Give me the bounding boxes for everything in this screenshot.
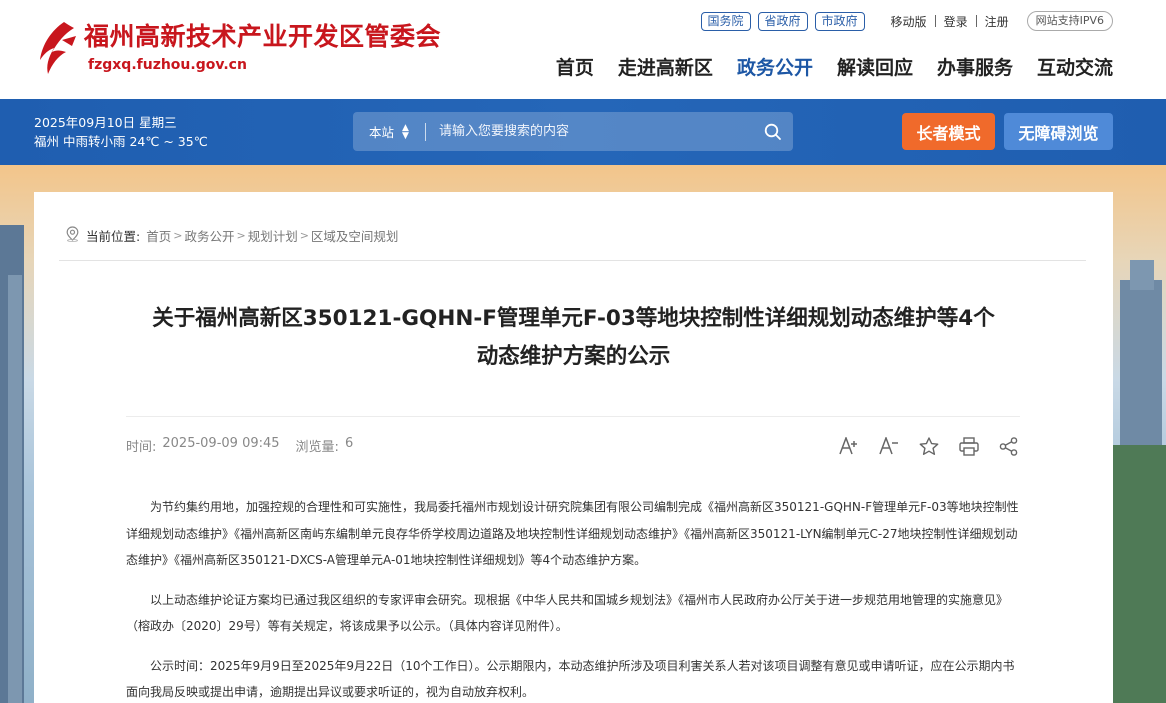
search-scope-label: 本站 (369, 125, 395, 140)
breadcrumb-home[interactable]: 首页 (146, 226, 171, 245)
top-links: 国务院 省政府 市政府 移动版 登录 注册 网站支持IPV6 (700, 11, 1113, 31)
views-count: 6 (344, 436, 354, 451)
article-paragraph: 公示时间：2025年9月9日至2025年9月22日（10个工作日）。公示期限内，… (126, 658, 1015, 700)
link-login[interactable]: 登录 (944, 13, 968, 30)
star-icon[interactable] (918, 435, 940, 457)
search-box: 本站 ▲ ▼ (353, 112, 793, 151)
article-title-line2: 动态维护方案的公示 (476, 344, 671, 369)
nav-gov-affairs[interactable]: 政务公开 (737, 55, 813, 81)
date-weather: 2025年09月10日 星期三 福州 中雨转小雨 24℃ ~ 35℃ (34, 113, 208, 151)
time-label: 时间: (126, 440, 157, 455)
search-input[interactable] (426, 112, 753, 151)
font-increase-icon[interactable] (838, 435, 860, 457)
accessibility-button[interactable]: 无障碍浏览 (1004, 113, 1113, 150)
share-icon[interactable] (998, 435, 1020, 457)
breadcrumb-spatial-planning[interactable]: 区域及空间规划 (311, 226, 399, 245)
current-date: 2025年09月10日 星期三 (34, 115, 177, 130)
breadcrumb: 当前位置: 首页 > 政务公开 > 规划计划 > 区域及空间规划 (65, 226, 398, 245)
link-register[interactable]: 注册 (985, 13, 1009, 30)
article-title: 关于福州高新区350121-GQHN-F管理单元F-03等地块控制性详细规划动态… (124, 300, 1023, 376)
divider (59, 260, 1086, 261)
link-city-gov[interactable]: 市政府 (814, 11, 865, 31)
site-header: 福州高新技术产业开发区管委会 fzgxq.fuzhou.gov.cn 国务院 省… (0, 0, 1166, 99)
main-nav: 首页 走进高新区 政务公开 解读回应 办事服务 互动交流 (532, 55, 1113, 81)
nav-services[interactable]: 办事服务 (937, 55, 1013, 81)
site-url: fzgxq.fuzhou.gov.cn (88, 57, 247, 73)
print-icon[interactable] (958, 435, 980, 457)
font-decrease-icon[interactable] (878, 435, 900, 457)
breadcrumb-label: 当前位置: (86, 229, 141, 244)
nav-about[interactable]: 走进高新区 (618, 55, 713, 81)
utility-bar: 2025年09月10日 星期三 福州 中雨转小雨 24℃ ~ 35℃ 本站 ▲ ▼… (0, 99, 1166, 165)
search-scope-select[interactable]: 本站 ▲ ▼ (353, 122, 425, 141)
nav-interaction[interactable]: 互动交流 (1037, 55, 1113, 81)
article-paragraph: 以上动态维护论证方案均已通过我区组织的专家评审会研究。现根据《中华人民共和国城乡… (126, 592, 1009, 634)
breadcrumb-planning[interactable]: 规划计划 (248, 226, 298, 245)
elder-mode-button[interactable]: 长者模式 (902, 113, 995, 150)
publish-time: 2025-09-09 09:45 (162, 436, 280, 451)
location-pin-icon (65, 226, 80, 245)
logo-emblem-icon (34, 20, 78, 76)
divider (975, 15, 977, 27)
breadcrumb-gov-affairs[interactable]: 政务公开 (184, 226, 234, 245)
article-card: 当前位置: 首页 > 政务公开 > 规划计划 > 区域及空间规划 关于福州高新区… (34, 192, 1113, 703)
link-mobile[interactable]: 移动版 (891, 13, 927, 30)
article-meta: 时间: 2025-09-09 09:45 浏览量: 6 (126, 436, 359, 455)
nav-home[interactable]: 首页 (556, 55, 594, 81)
article-title-line1: 关于福州高新区350121-GQHN-F管理单元F-03等地块控制性详细规划动态… (152, 306, 995, 331)
article-tools (838, 435, 1020, 457)
link-province-gov[interactable]: 省政府 (757, 11, 808, 31)
ipv6-badge: 网站支持IPV6 (1026, 11, 1113, 31)
breadcrumb-separator: > (299, 229, 309, 242)
divider (126, 416, 1020, 417)
article-body: 为节约集约用地，加强控规的合理性和可实施性，我局委托福州市规划设计研究院集团有限… (126, 494, 1020, 703)
breadcrumb-separator: > (236, 229, 246, 242)
site-name: 福州高新技术产业开发区管委会 (84, 22, 442, 51)
search-icon[interactable] (753, 112, 793, 151)
link-state-council[interactable]: 国务院 (700, 11, 751, 31)
sort-arrows-icon: ▲ ▼ (402, 122, 409, 141)
site-logo[interactable]: 福州高新技术产业开发区管委会 fzgxq.fuzhou.gov.cn (34, 20, 441, 76)
breadcrumb-separator: > (173, 229, 183, 242)
article-paragraph: 为节约集约用地，加强控规的合理性和可实施性，我局委托福州市规划设计研究院集团有限… (126, 500, 1019, 567)
weather-info: 福州 中雨转小雨 24℃ ~ 35℃ (34, 134, 208, 149)
divider (934, 15, 936, 27)
views-label: 浏览量: (295, 440, 339, 455)
nav-interpretation[interactable]: 解读回应 (837, 55, 913, 81)
